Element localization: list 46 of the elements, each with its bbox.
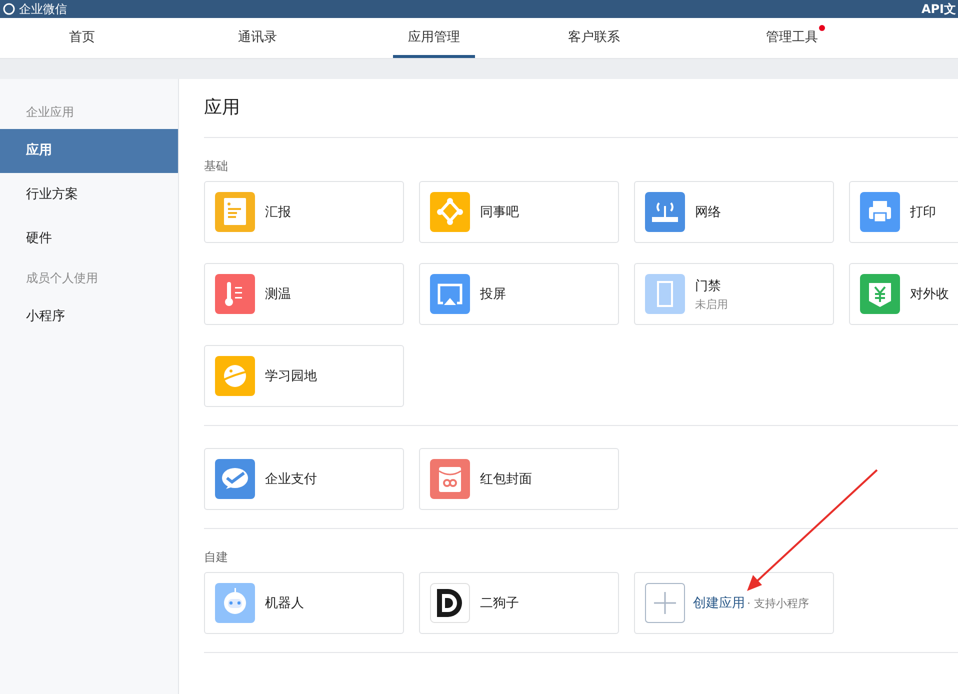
create-app-hint: · 支持小程序 bbox=[747, 596, 809, 610]
sidebar-item[interactable]: 应用 bbox=[0, 129, 178, 173]
app-name: 同事吧 bbox=[480, 204, 519, 221]
sidebar-item[interactable]: 硬件 bbox=[0, 217, 178, 261]
app-card[interactable]: 汇报 bbox=[204, 181, 404, 243]
nav-tab[interactable]: 首页 bbox=[54, 18, 110, 58]
section-heading: 自建 bbox=[204, 549, 229, 566]
page-title: 应用 bbox=[204, 79, 958, 138]
app-name: 机器人 bbox=[265, 595, 304, 612]
logo-text: 企业微信 bbox=[2, 0, 67, 18]
app-card[interactable]: 企业支付 bbox=[204, 448, 404, 510]
sidebar-heading: 企业应用 bbox=[25, 104, 75, 121]
sidebar-item[interactable]: 小程序 bbox=[0, 295, 178, 339]
nav-tab[interactable]: 管理工具 bbox=[751, 18, 833, 58]
api-docs-link[interactable]: API文 bbox=[921, 0, 958, 18]
nav-tab[interactable]: 客户联系 bbox=[553, 18, 635, 58]
app-card[interactable]: 学习园地 bbox=[204, 345, 404, 407]
app-card[interactable]: 红包封面 bbox=[419, 448, 619, 510]
nav-tab[interactable]: 通讯录 bbox=[223, 18, 292, 58]
plus-icon bbox=[645, 583, 685, 623]
sidebar-item[interactable]: 行业方案 bbox=[0, 173, 178, 217]
app-card[interactable]: 对外收 bbox=[849, 263, 958, 325]
sidebar-heading: 成员个人使用 bbox=[25, 270, 99, 287]
app-card[interactable]: 打印 bbox=[849, 181, 958, 243]
app-card[interactable]: 同事吧 bbox=[419, 181, 619, 243]
create-app-label: 创建应用 bbox=[693, 595, 745, 612]
logo-icon bbox=[2, 2, 16, 16]
create-app-card[interactable]: 创建应用· 支持小程序 bbox=[634, 572, 834, 634]
app-name: 门禁 bbox=[695, 278, 722, 294]
app-card[interactable]: 网络 bbox=[634, 181, 834, 243]
app-name: 企业支付 bbox=[265, 471, 317, 488]
app-card[interactable]: 机器人 bbox=[204, 572, 404, 634]
app-card[interactable]: 测温 bbox=[204, 263, 404, 325]
app-card[interactable]: 投屏 bbox=[419, 263, 619, 325]
app-name: 二狗子 bbox=[480, 595, 519, 612]
app-card[interactable]: 二狗子 bbox=[419, 572, 619, 634]
app-name: 对外收 bbox=[910, 286, 949, 303]
app-name: 投屏 bbox=[480, 286, 506, 303]
section-heading: 基础 bbox=[204, 158, 229, 175]
app-name: 学习园地 bbox=[265, 368, 317, 385]
app-status: 未启用 bbox=[695, 296, 728, 312]
app-name: 汇报 bbox=[265, 204, 291, 221]
app-name: 网络 bbox=[695, 204, 721, 221]
app-name: 测温 bbox=[265, 286, 291, 303]
app-name: 红包封面 bbox=[480, 471, 532, 488]
app-name: 打印 bbox=[910, 204, 936, 221]
